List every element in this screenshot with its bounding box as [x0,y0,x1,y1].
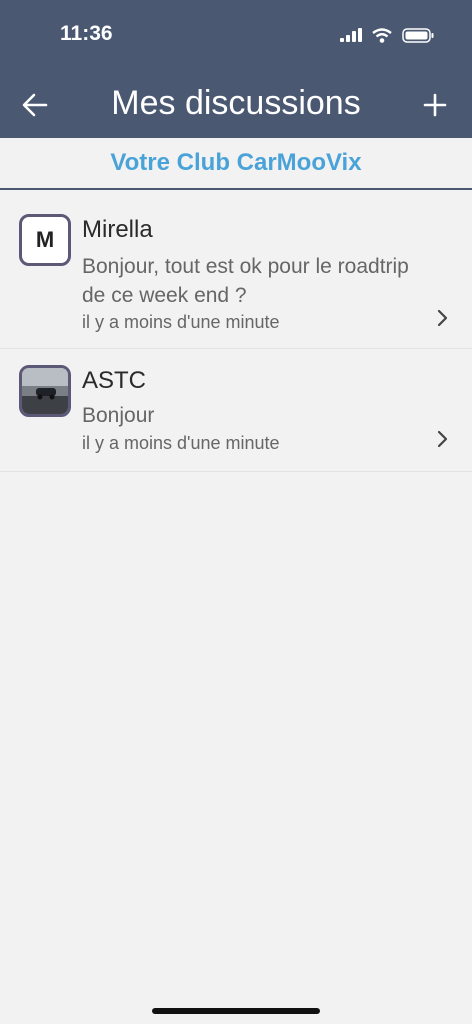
plus-icon [423,93,447,117]
discussion-row-mirella[interactable]: M Mirella Bonjour, tout est ok pour le r… [0,190,472,349]
avatar [19,365,71,417]
discussion-row-astc[interactable]: ASTC Bonjour il y a moins d'une minute [0,349,472,472]
message-time: il y a moins d'une minute [82,312,280,332]
message-time: il y a moins d'une minute [82,433,280,453]
status-time: 11:36 [60,22,113,45]
add-discussion-button[interactable] [418,88,452,122]
chevron-right-icon [437,309,448,327]
avatar: M [19,214,71,266]
signal-icon [340,28,362,42]
avatar-photo [22,368,68,414]
avatar-initial: M [35,227,55,252]
wifi-icon [372,27,392,43]
last-message: Bonjour, tout est ok pour le roadtrip de… [82,255,409,307]
last-message: Bonjour [82,404,155,427]
chevron-right-icon [437,430,448,448]
club-link[interactable]: Votre Club CarMooVix [0,138,472,190]
home-indicator [152,1008,320,1014]
page-title: Mes discussions [111,84,361,122]
battery-icon [402,27,434,43]
contact-name: Mirella [82,216,153,243]
status-icons [340,24,434,46]
discussion-list: M Mirella Bonjour, tout est ok pour le r… [0,190,472,472]
contact-name: ASTC [82,367,147,394]
app-header: 11:36 Mes discussions [0,0,472,138]
